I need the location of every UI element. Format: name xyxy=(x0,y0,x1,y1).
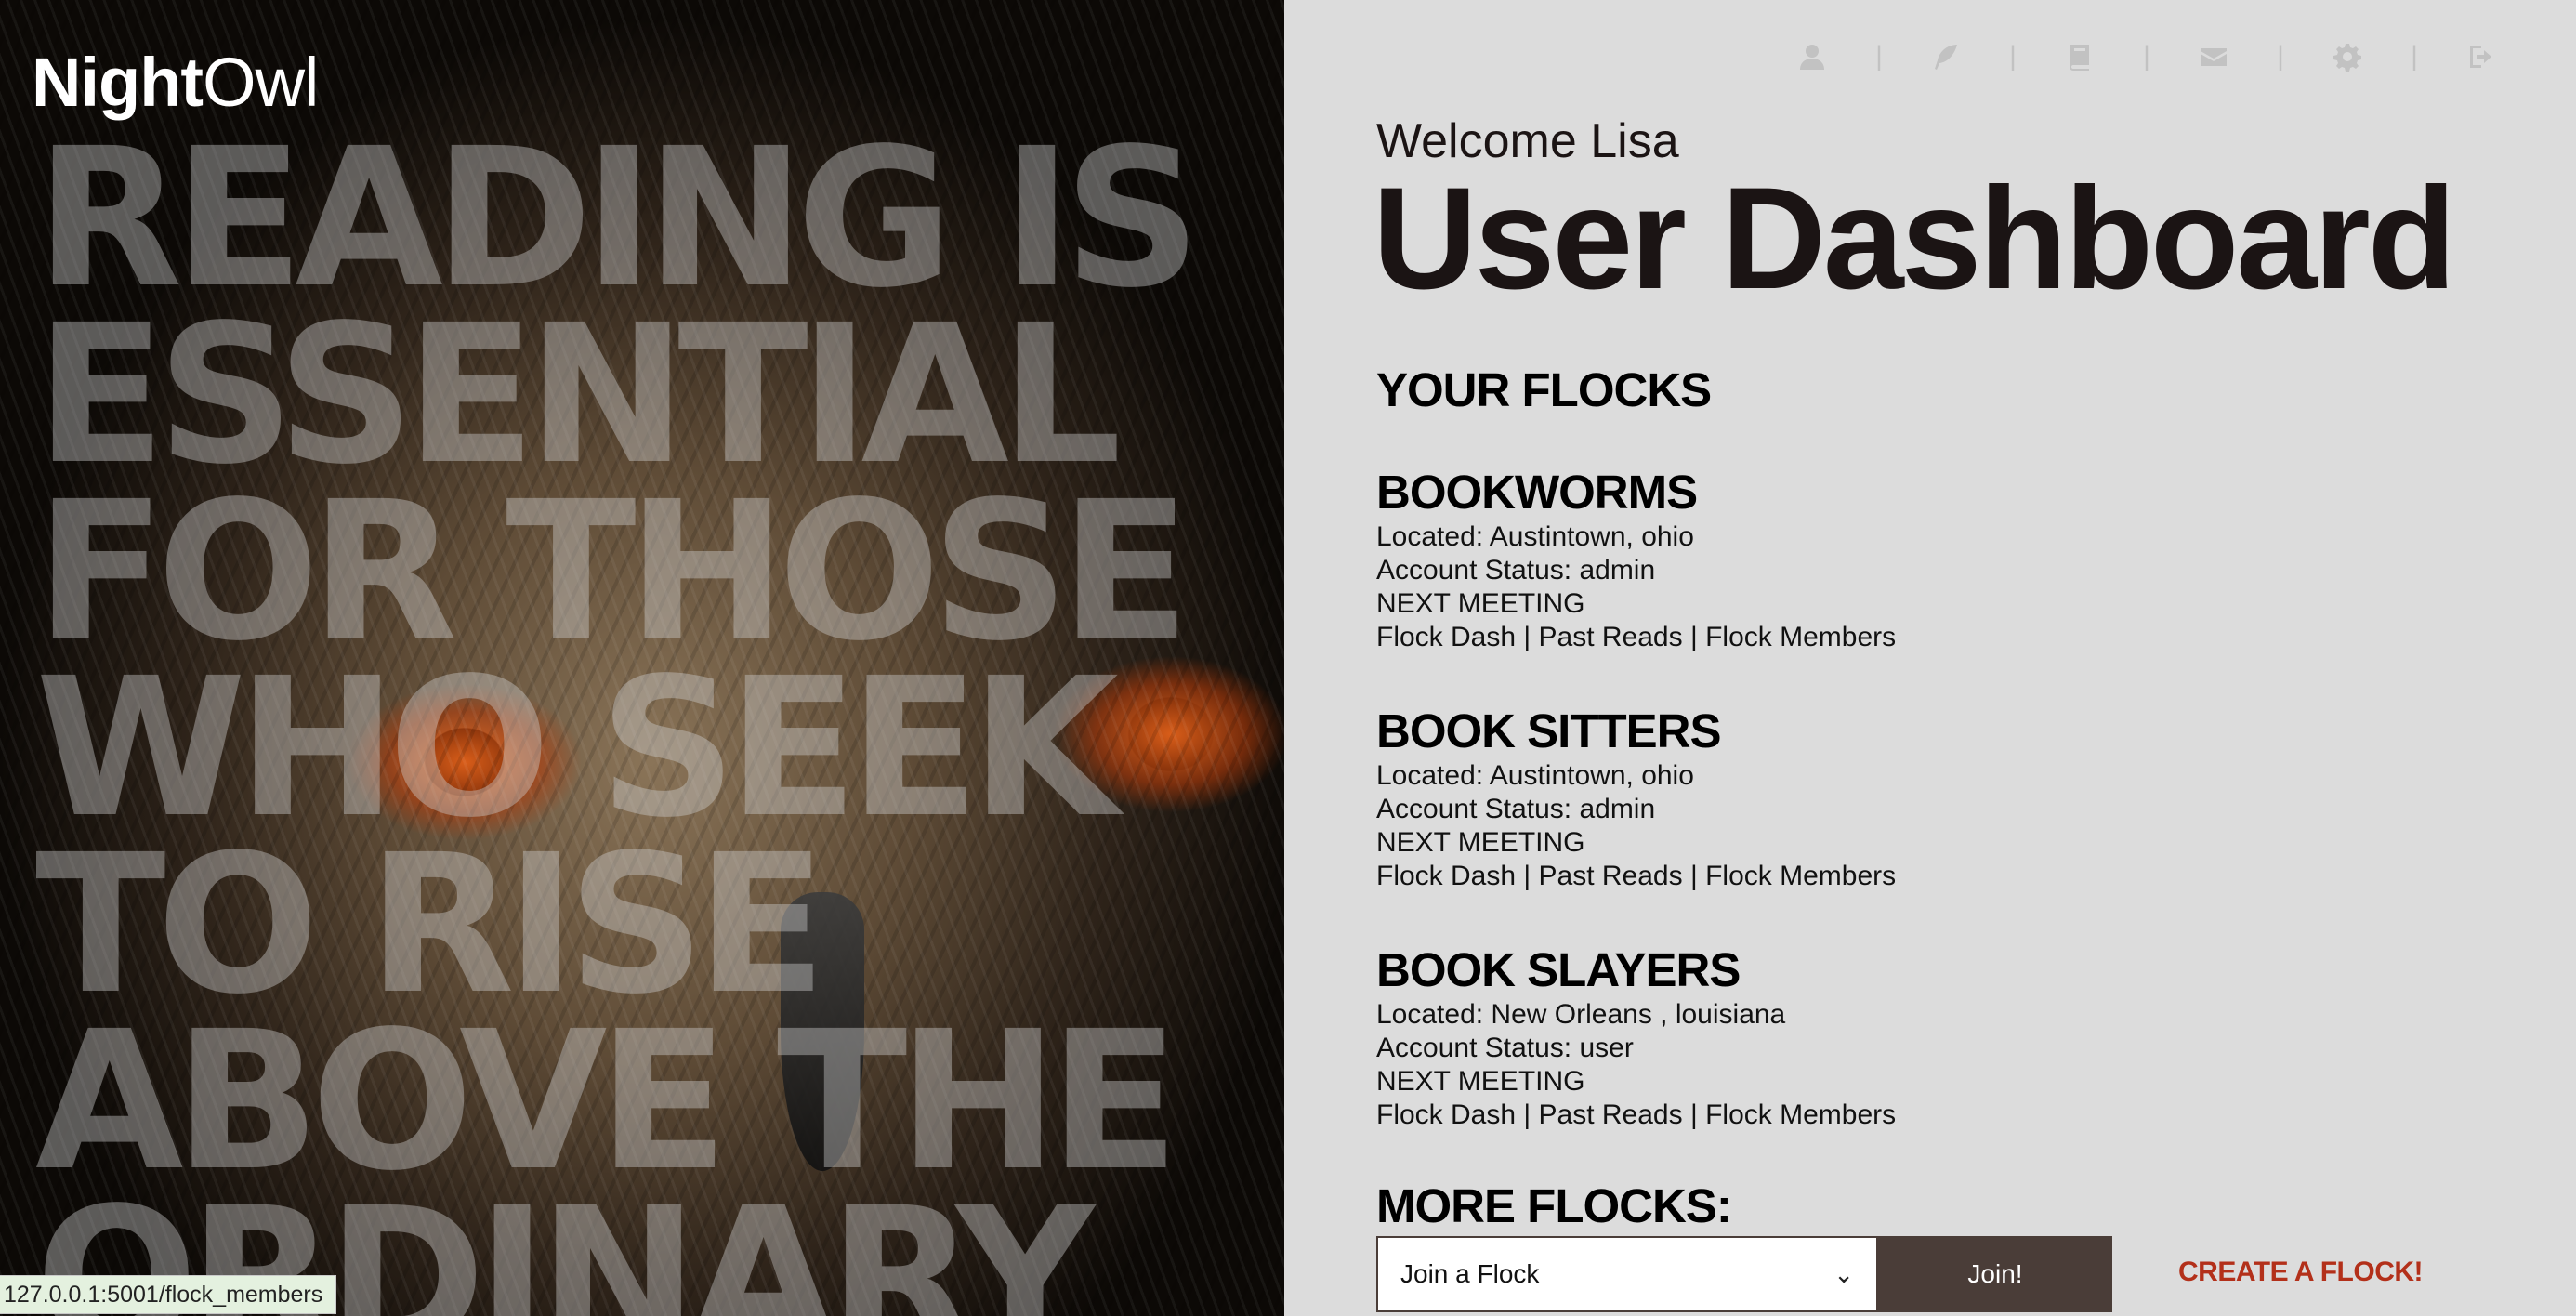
link-separator: | xyxy=(1689,622,1698,652)
flock-members-link[interactable]: Flock Members xyxy=(1705,622,1896,652)
flock-links: Flock Dash | Past Reads | Flock Members xyxy=(1376,860,2399,893)
nav-separator: | xyxy=(2143,41,2150,72)
past-reads-link[interactable]: Past Reads xyxy=(1539,861,1683,891)
envelope-icon[interactable] xyxy=(2186,33,2241,80)
create-flock-link[interactable]: CREATE A FLOCK! xyxy=(2178,1257,2424,1288)
flock-location: Located: Austintown, ohio xyxy=(1376,760,1694,791)
brand-part-night: Night xyxy=(32,44,204,121)
quote-line: TO RISE xyxy=(35,813,827,1036)
flock-links: Flock Dash | Past Reads | Flock Members xyxy=(1376,1099,2399,1132)
quote-line: FOR THOSE xyxy=(35,460,1190,683)
more-flocks-heading: MORE FLOCKS: xyxy=(1376,1179,1732,1232)
quote-line: WHO SEEK xyxy=(35,637,1119,860)
status-bar-url: 127.0.0.1:5001/flock_members xyxy=(0,1275,337,1314)
brand-logo[interactable]: NightOwl xyxy=(32,43,320,122)
brand-part-owl: Owl xyxy=(203,44,319,121)
your-flocks-heading: YOUR FLOCKS xyxy=(1376,363,1712,416)
flock-members-link[interactable]: Flock Members xyxy=(1705,861,1896,891)
join-button[interactable]: Join! xyxy=(1878,1236,2112,1312)
flock-location: Located: New Orleans , louisiana xyxy=(1376,999,1786,1030)
flock-next-meeting: NEXT MEETING xyxy=(1376,1066,1585,1097)
join-flock-select[interactable]: Join a Flock ⌄ xyxy=(1376,1236,1878,1312)
join-flock-select-value: Join a Flock xyxy=(1400,1259,1540,1288)
logout-icon[interactable] xyxy=(2453,33,2509,80)
flock-next-meeting: NEXT MEETING xyxy=(1376,827,1585,858)
link-separator: | xyxy=(1523,1099,1531,1130)
flock-name: BOOKWORMS xyxy=(1376,466,1698,519)
feather-icon[interactable] xyxy=(1918,33,1974,80)
flock-card: BOOK SLAYERS Located: New Orleans , loui… xyxy=(1376,942,2399,1132)
flock-location: Located: Austintown, ohio xyxy=(1376,521,1694,552)
nav-separator: | xyxy=(1875,41,1883,72)
link-separator: | xyxy=(1523,861,1531,891)
flock-name: BOOK SITTERS xyxy=(1376,704,1722,757)
flock-members-link[interactable]: Flock Members xyxy=(1705,1099,1896,1130)
book-icon[interactable] xyxy=(2052,33,2108,80)
flock-dash-link[interactable]: Flock Dash xyxy=(1376,1099,1516,1130)
chevron-down-icon: ⌄ xyxy=(1833,1259,1854,1288)
past-reads-link[interactable]: Past Reads xyxy=(1539,1099,1683,1130)
page-title: User Dashboard xyxy=(1373,158,2456,320)
quote-line: ESSENTIAL xyxy=(35,283,1122,507)
quote-line: READING IS xyxy=(35,107,1202,330)
flock-account-status: Account Status: admin xyxy=(1376,794,1656,824)
nav-separator: | xyxy=(2411,41,2418,72)
flock-name: BOOK SLAYERS xyxy=(1376,943,1741,996)
link-separator: | xyxy=(1523,622,1531,652)
gear-icon[interactable] xyxy=(2320,33,2375,80)
flock-card: BOOK SITTERS Located: Austintown, ohio A… xyxy=(1376,704,2399,893)
nav-separator: | xyxy=(2009,41,2017,72)
link-separator: | xyxy=(1689,1099,1698,1130)
top-nav: | | | | | xyxy=(1784,33,2509,80)
flock-dash-link[interactable]: Flock Dash xyxy=(1376,861,1516,891)
nav-separator: | xyxy=(2277,41,2284,72)
hero-panel: READING IS ESSENTIAL FOR THOSE WHO SEEK … xyxy=(0,0,1284,1316)
flock-account-status: Account Status: admin xyxy=(1376,555,1656,586)
user-icon[interactable] xyxy=(1784,33,1840,80)
flock-card: BOOKWORMS Located: Austintown, ohio Acco… xyxy=(1376,465,2399,654)
flock-dash-link[interactable]: Flock Dash xyxy=(1376,622,1516,652)
flock-next-meeting: NEXT MEETING xyxy=(1376,588,1585,619)
past-reads-link[interactable]: Past Reads xyxy=(1539,622,1683,652)
link-separator: | xyxy=(1689,861,1698,891)
hero-quote: READING IS ESSENTIAL FOR THOSE WHO SEEK … xyxy=(35,107,1271,1316)
flock-account-status: Account Status: user xyxy=(1376,1033,1634,1063)
quote-line: ABOVE THE xyxy=(35,990,1180,1213)
flock-links: Flock Dash | Past Reads | Flock Members xyxy=(1376,621,2399,654)
